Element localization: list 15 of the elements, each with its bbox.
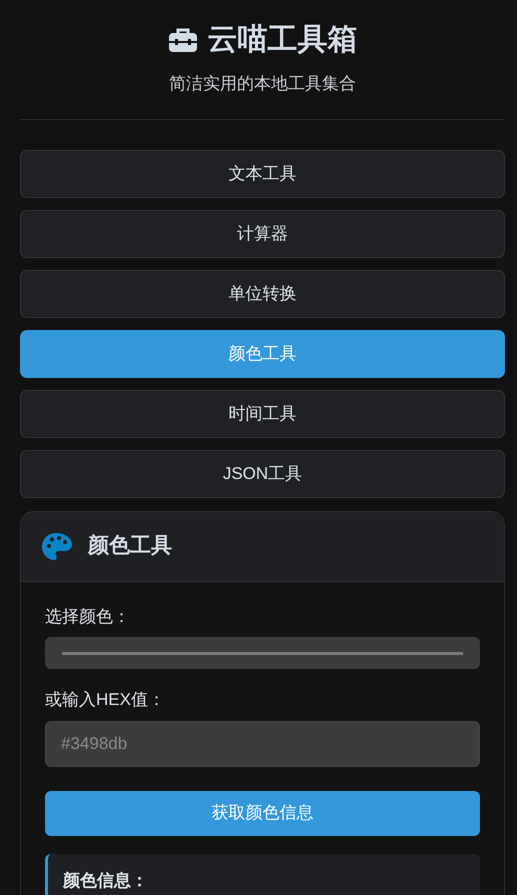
field-label: 或输入HEX值： — [45, 689, 166, 711]
info-title: 颜色信息： — [63, 870, 149, 892]
toolbox-icon — [168, 27, 198, 53]
app-subtitle: 简洁实用的本地工具集合 — [168, 73, 357, 95]
palette-icon — [41, 532, 72, 560]
tool-tab[interactable]: 单位转换 — [20, 270, 505, 318]
tool-tab[interactable]: 时间工具 — [20, 390, 505, 438]
app-title: 云喵工具箱 — [208, 22, 358, 58]
tool-tab[interactable]: 计算器 — [20, 210, 505, 258]
field-label: 选择颜色： — [45, 606, 131, 628]
color-picker[interactable] — [45, 637, 480, 669]
panel-title: 颜色工具 — [88, 533, 172, 560]
hex-input-field[interactable]: #3498db — [45, 720, 480, 766]
tool-tab[interactable]: 文本工具 — [20, 150, 505, 198]
tool-tab[interactable]: JSON工具 — [20, 450, 505, 498]
